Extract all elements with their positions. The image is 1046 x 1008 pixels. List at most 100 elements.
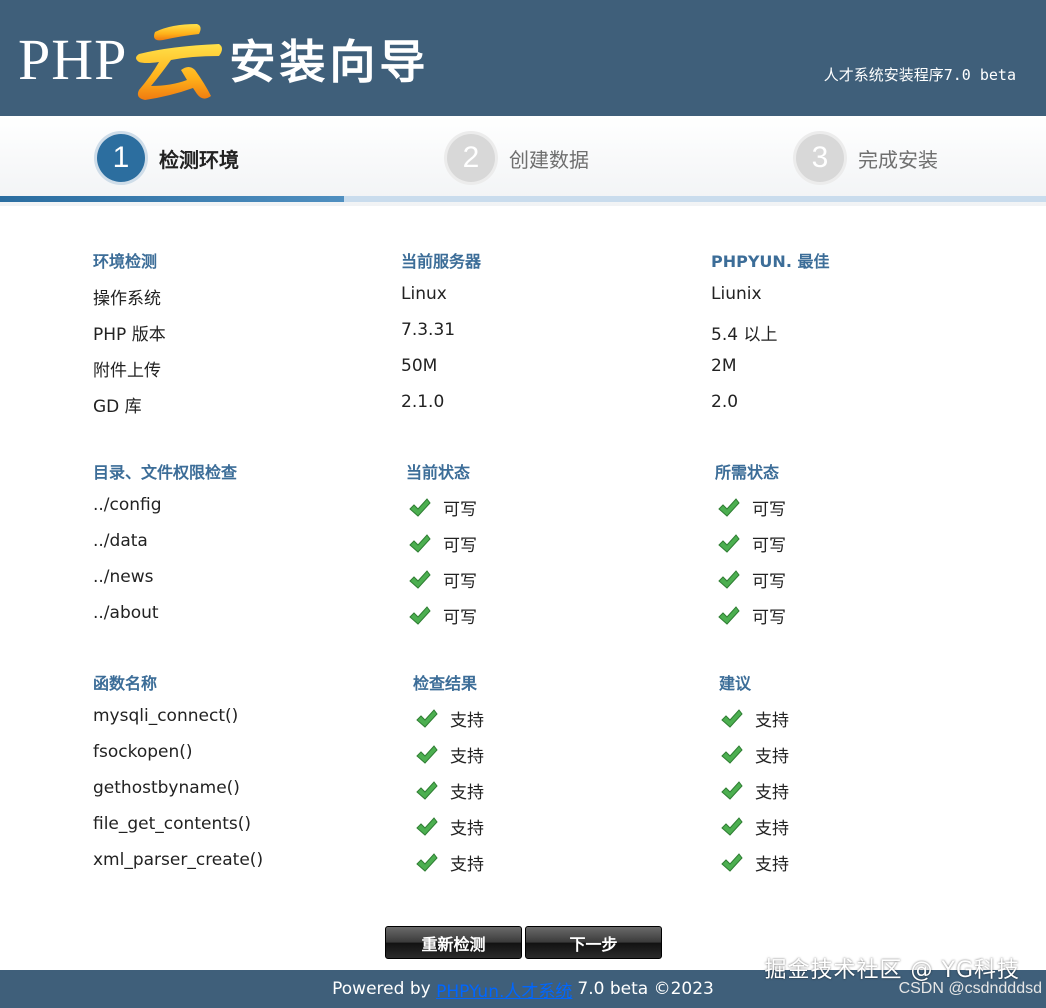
current-status: 可写	[409, 603, 477, 628]
step-finish-install: 3 完成安装	[796, 134, 938, 182]
required-status: 可写	[718, 603, 786, 628]
current-status: 可写	[409, 567, 477, 592]
step-create-data: 2 创建数据	[447, 134, 589, 182]
check-result: 支持	[416, 778, 484, 803]
directory-path: ../about	[93, 603, 159, 623]
suggestion: 支持	[721, 850, 789, 875]
logo-title-text: 安装向导	[229, 35, 430, 89]
table-row: mysqli_connect() 支持 支持	[93, 698, 993, 734]
logo: PHP 安装向导	[18, 14, 429, 104]
header-suggestion: 建议	[719, 674, 752, 693]
step-progress: 1 检测环境 2 创建数据 3 完成安装	[0, 116, 1046, 206]
status-text: 支持	[450, 711, 484, 731]
table-row: ../news 可写 可写	[93, 559, 993, 595]
function-name: mysqli_connect()	[93, 706, 239, 726]
footer-prefix: Powered by	[332, 979, 431, 999]
current-status: 可写	[409, 495, 477, 520]
phpyun-link[interactable]: PHPYun.人才系统	[436, 977, 572, 1002]
header-recommended: PHPYUN. 最佳	[711, 252, 830, 271]
header-current-status: 当前状态	[406, 463, 471, 482]
permission-check-table: 目录、文件权限检查 当前状态 所需状态 ../config 可写 可写 ../d…	[93, 451, 993, 631]
suggestion: 支持	[721, 706, 789, 731]
env-current-value: 50M	[401, 356, 438, 376]
current-status: 可写	[409, 531, 477, 556]
header-function-name: 函数名称	[93, 674, 158, 693]
function-name: file_get_contents()	[93, 814, 252, 834]
status-text: 可写	[443, 536, 477, 556]
status-text: 支持	[755, 747, 789, 767]
suggestion: 支持	[721, 742, 789, 767]
status-text: 可写	[443, 572, 477, 592]
recheck-button[interactable]: 重新检测	[385, 926, 522, 959]
env-item-label: GD 库	[93, 397, 142, 417]
status-text: 可写	[752, 500, 786, 520]
header-current-server: 当前服务器	[401, 252, 482, 271]
env-current-value: 2.1.0	[401, 392, 445, 412]
check-icon	[721, 744, 743, 764]
suggestion: 支持	[721, 814, 789, 839]
header-env-check: 环境检测	[93, 252, 158, 271]
check-result: 支持	[416, 706, 484, 731]
suggestion: 支持	[721, 778, 789, 803]
env-item-label: PHP 版本	[93, 325, 166, 345]
progress-bar-remaining	[344, 196, 1046, 202]
status-text: 支持	[755, 783, 789, 803]
check-icon	[416, 852, 438, 872]
env-recommended-value: Liunix	[711, 284, 762, 304]
check-icon	[718, 533, 740, 553]
table-header-row: 环境检测 当前服务器 PHPYUN. 最佳	[93, 240, 993, 276]
status-text: 可写	[752, 608, 786, 628]
next-step-button[interactable]: 下一步	[525, 926, 662, 959]
function-name: xml_parser_create()	[93, 850, 264, 870]
env-recommended-value: 2M	[711, 356, 737, 376]
table-row: PHP 版本 7.3.31 5.4 以上	[93, 312, 993, 348]
status-text: 支持	[755, 855, 789, 875]
table-row: ../about 可写 可写	[93, 595, 993, 631]
table-row: fsockopen() 支持 支持	[93, 734, 993, 770]
action-buttons: 重新检测 下一步	[385, 926, 662, 959]
step-number-3: 3	[796, 134, 844, 182]
status-text: 支持	[755, 711, 789, 731]
header-subtitle: 人才系统安装程序7.0 beta	[823, 66, 1016, 84]
table-row: GD 库 2.1.0 2.0	[93, 384, 993, 420]
check-icon	[416, 744, 438, 764]
directory-path: ../data	[93, 531, 148, 551]
function-name: gethostbyname()	[93, 778, 240, 798]
env-current-value: 7.3.31	[401, 320, 456, 340]
check-icon	[416, 816, 438, 836]
status-text: 可写	[752, 536, 786, 556]
cloud-logo-icon	[136, 24, 223, 100]
check-icon	[721, 852, 743, 872]
env-recommended-value: 2.0	[711, 392, 739, 412]
step-number-2: 2	[447, 134, 495, 182]
table-row: 附件上传 50M 2M	[93, 348, 993, 384]
function-name: fsockopen()	[93, 742, 193, 762]
required-status: 可写	[718, 531, 786, 556]
check-icon	[721, 708, 743, 728]
table-header-row: 目录、文件权限检查 当前状态 所需状态	[93, 451, 993, 487]
check-icon	[721, 816, 743, 836]
status-text: 支持	[450, 783, 484, 803]
check-icon	[721, 780, 743, 800]
header-permission-check: 目录、文件权限检查	[93, 463, 238, 482]
status-text: 可写	[752, 572, 786, 592]
env-item-label: 操作系统	[93, 289, 161, 309]
check-icon	[718, 605, 740, 625]
status-text: 支持	[450, 855, 484, 875]
function-check-table: 函数名称 检查结果 建议 mysqli_connect() 支持 支持 fsoc…	[93, 662, 993, 878]
required-status: 可写	[718, 567, 786, 592]
check-icon	[409, 605, 431, 625]
check-icon	[718, 497, 740, 517]
check-icon	[409, 569, 431, 589]
env-current-value: Linux	[401, 284, 447, 304]
directory-path: ../news	[93, 567, 154, 587]
environment-check-table: 环境检测 当前服务器 PHPYUN. 最佳 操作系统 Linux Liunix …	[93, 240, 993, 420]
table-row: 操作系统 Linux Liunix	[93, 276, 993, 312]
table-row: file_get_contents() 支持 支持	[93, 806, 993, 842]
check-icon	[416, 780, 438, 800]
check-result: 支持	[416, 742, 484, 767]
step-number-1: 1	[97, 134, 145, 182]
directory-path: ../config	[93, 495, 162, 515]
check-result: 支持	[416, 814, 484, 839]
logo-php-text: PHP	[18, 26, 128, 92]
